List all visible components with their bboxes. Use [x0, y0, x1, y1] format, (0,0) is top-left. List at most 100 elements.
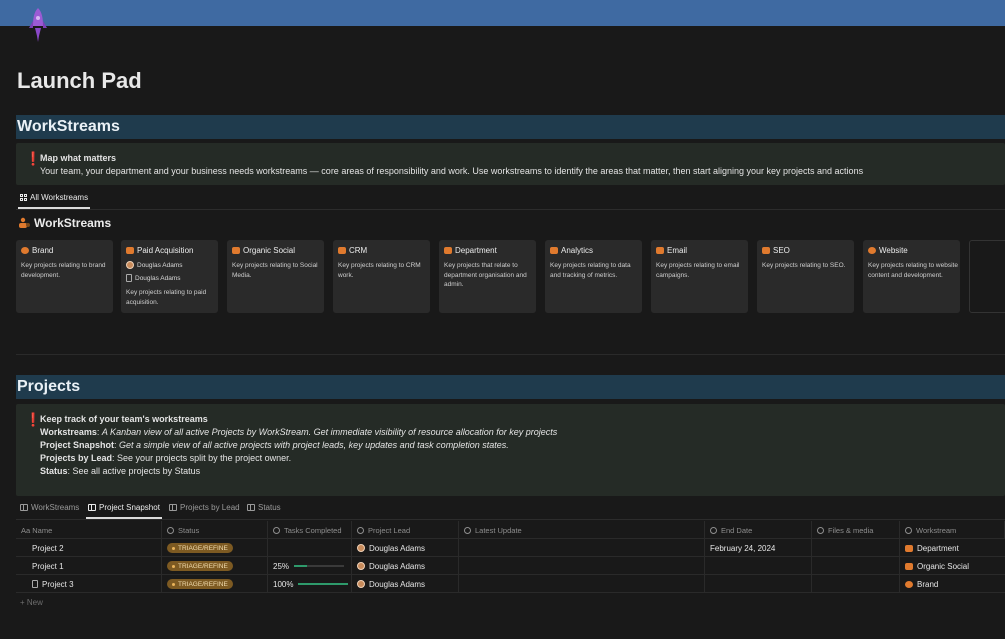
- tasks-percent: 100%: [273, 579, 294, 589]
- callout-line-text: A Kanban view of all active Projects by …: [101, 427, 558, 437]
- column-header[interactable]: Aa Name: [16, 521, 162, 539]
- cell-latest-update[interactable]: [459, 539, 705, 557]
- workstream-emoji-icon: [19, 217, 30, 228]
- callout-line: Status: See all active projects by Statu…: [40, 466, 200, 476]
- table-row[interactable]: Project 1 TRIAGE/REFINE 25% Douglas Adams Or…: [16, 557, 1005, 575]
- card-description: Key projects that relate to department o…: [444, 262, 527, 288]
- cell-files-media[interactable]: [812, 539, 900, 557]
- workstream-card[interactable]: Email Key projects relating to email camp…: [651, 240, 748, 313]
- calendar-icon: [710, 526, 717, 534]
- tab-all-workstreams[interactable]: All Workstreams: [17, 193, 91, 209]
- callout-line-text: Get a simple view of all active projects…: [119, 440, 509, 450]
- callout-line-label: Project Snapshot: [40, 440, 115, 450]
- card-title-text: Organic Social: [243, 246, 296, 255]
- cell-status[interactable]: TRIAGE/REFINE: [162, 557, 268, 575]
- column-header[interactable]: Workstream: [900, 521, 1005, 539]
- column-header[interactable]: End Date: [705, 521, 812, 539]
- cell-status[interactable]: TRIAGE/REFINE: [162, 575, 268, 593]
- database-icon: [550, 247, 558, 254]
- workstream-card[interactable]: Paid Acquisition Douglas Adams Douglas Ada…: [121, 240, 218, 313]
- column-header[interactable]: Files & media: [812, 521, 900, 539]
- cell-name[interactable]: Project 2: [16, 539, 162, 557]
- cell-files-media[interactable]: [812, 557, 900, 575]
- workstream-card[interactable]: Brand Key projects relating to brand deve…: [16, 240, 113, 313]
- cell-workstream[interactable]: Brand: [900, 575, 1005, 593]
- column-header[interactable]: Latest Update: [459, 521, 705, 539]
- gem-icon: [21, 247, 29, 254]
- projects-callout: ❗ Keep track of your team's workstreams …: [16, 404, 1005, 496]
- column-header-label: Status: [178, 525, 200, 535]
- cell-end-date[interactable]: February 24, 2024: [705, 539, 812, 557]
- cell-end-date[interactable]: [705, 575, 812, 593]
- card-title-text: Department: [455, 246, 497, 255]
- projects-section-header: Projects: [16, 375, 1005, 399]
- tab-projects-by-lead[interactable]: Projects by Lead: [169, 503, 240, 512]
- cell-status[interactable]: TRIAGE/REFINE: [162, 539, 268, 557]
- cell-tasks-completed: 100%: [268, 575, 352, 593]
- tab-workstreams[interactable]: WorkStreams: [20, 503, 79, 512]
- laptop-icon: [656, 247, 664, 254]
- lead-name: Douglas Adams: [369, 543, 426, 553]
- people-icon: [357, 526, 364, 534]
- cell-project-lead[interactable]: Douglas Adams: [352, 575, 459, 593]
- project-name: Project 3: [42, 579, 74, 589]
- gem-icon: [905, 580, 913, 588]
- workstream-card[interactable]: CRM Key projects relating to CRM work.: [333, 240, 430, 313]
- exclamation-icon: ❗: [25, 412, 42, 427]
- cell-workstream[interactable]: Organic Social: [900, 557, 1005, 575]
- tab-project-snapshot[interactable]: Project Snapshot: [86, 503, 162, 519]
- tab-label: WorkStreams: [31, 503, 80, 512]
- cell-project-lead[interactable]: Douglas Adams: [352, 557, 459, 575]
- card-description: Key projects relating to data and tracki…: [550, 262, 631, 279]
- lead-name: Douglas Adams: [369, 561, 426, 571]
- column-header[interactable]: Status: [162, 521, 268, 539]
- workstream-card[interactable]: Analytics Key projects relating to data a…: [545, 240, 642, 313]
- progress-icon: [273, 526, 280, 534]
- callout-title: Keep track of your team's workstreams: [40, 414, 208, 424]
- end-date: February 24, 2024: [710, 543, 776, 553]
- project-name: Project 1: [32, 561, 64, 571]
- workstream-card[interactable]: Department Key projects that relate to de…: [439, 240, 536, 313]
- card-title-text: Brand: [32, 246, 54, 255]
- callout-line-label: Workstreams: [40, 427, 97, 437]
- workstream-card[interactable]: Organic Social Key projects relating to S…: [227, 240, 324, 313]
- cell-workstream[interactable]: Department: [900, 539, 1005, 557]
- project-snapshot-table: Aa Name Status Tasks Completed Project Lead…: [16, 521, 1005, 611]
- avatar: [357, 562, 365, 570]
- cell-end-date[interactable]: [705, 557, 812, 575]
- column-header-label: Latest Update: [475, 525, 522, 535]
- column-header[interactable]: Tasks Completed: [268, 521, 352, 539]
- card-placeholder: [969, 240, 1005, 313]
- callout-line-label: Status: [40, 466, 68, 476]
- table-icon: [169, 504, 177, 511]
- column-header[interactable]: Project Lead: [352, 521, 459, 539]
- board-icon: [20, 504, 28, 511]
- status-badge: TRIAGE/REFINE: [167, 543, 233, 553]
- video-icon: [905, 562, 913, 570]
- table-row[interactable]: Project 3 TRIAGE/REFINE 100% Douglas Adams B…: [16, 575, 1005, 593]
- page-title: Launch Pad: [17, 68, 142, 93]
- cell-latest-update[interactable]: [459, 557, 705, 575]
- card-title: Brand: [21, 246, 53, 255]
- cell-latest-update[interactable]: [459, 575, 705, 593]
- person-name: Douglas Adams: [135, 274, 181, 282]
- cell-name[interactable]: Project 3: [16, 575, 162, 593]
- rocket-icon: [29, 8, 47, 42]
- database-icon: [338, 247, 346, 254]
- card-description: Key projects relating to Social Media.: [232, 262, 318, 279]
- workstream-card[interactable]: SEO Key projects relating to SEO.: [757, 240, 854, 313]
- cell-name[interactable]: Project 1: [16, 557, 162, 575]
- status-badge: TRIAGE/REFINE: [167, 579, 233, 589]
- workstream-name: Department: [917, 543, 959, 553]
- cell-files-media[interactable]: [812, 575, 900, 593]
- cell-project-lead[interactable]: Douglas Adams: [352, 539, 459, 557]
- table-row[interactable]: Project 2 TRIAGE/REFINE Douglas Adams Febru…: [16, 539, 1005, 557]
- card-title: Organic Social: [232, 246, 295, 255]
- tab-status[interactable]: Status: [247, 503, 281, 512]
- exclamation-icon: ❗: [25, 151, 42, 166]
- card-title: Website: [868, 246, 908, 255]
- card-title: CRM: [338, 246, 367, 255]
- workstream-name: Brand: [917, 579, 939, 589]
- workstream-card[interactable]: Website Key projects relating to website …: [863, 240, 960, 313]
- new-row-button[interactable]: + New: [16, 593, 1005, 611]
